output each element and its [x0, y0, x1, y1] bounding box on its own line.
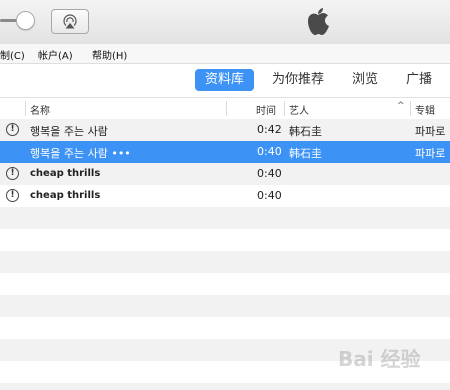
song-time: 0:42: [257, 123, 282, 136]
song-time: 0:40: [257, 167, 282, 180]
song-title: 행복을 주는 사람 •••: [30, 147, 131, 160]
empty-row: [0, 361, 450, 383]
menu-item-controls[interactable]: 制(C): [0, 47, 25, 62]
warning-icon[interactable]: !: [6, 189, 19, 202]
song-album: 파파로: [415, 147, 446, 160]
song-artist: 韩石圭: [289, 125, 322, 138]
song-row-selected[interactable]: 행복을 주는 사람 ••• 0:40 韩石圭 파파로: [0, 141, 450, 163]
song-title: 행복을 주는 사람: [30, 125, 108, 138]
empty-row: [0, 251, 450, 273]
column-header: 名称 时间 艺人 ^ 专辑: [0, 97, 450, 120]
tab-library[interactable]: 资料库: [195, 69, 255, 91]
menu-bar: 制(C) 帐户(A) 帮助(H): [0, 44, 450, 64]
column-separator[interactable]: [226, 101, 227, 116]
song-album: 파파로: [415, 125, 446, 138]
toolbar: [0, 0, 450, 45]
empty-row: [0, 295, 450, 317]
empty-row: [0, 229, 450, 251]
airplay-button[interactable]: [51, 9, 89, 34]
empty-row: [0, 273, 450, 295]
airplay-icon: [63, 14, 77, 29]
warning-icon[interactable]: !: [6, 123, 19, 136]
column-time[interactable]: 时间: [256, 102, 276, 117]
song-title: cheap thrills: [30, 168, 101, 179]
empty-row: [0, 383, 450, 390]
column-separator[interactable]: [284, 101, 285, 116]
song-title: cheap thrills: [30, 190, 101, 201]
empty-row: [0, 317, 450, 339]
tab-radio[interactable]: 广播: [406, 69, 432, 91]
empty-row: [0, 207, 450, 229]
song-artist: 韩石圭: [289, 147, 322, 160]
song-time: 0:40: [257, 189, 282, 202]
volume-slider-knob[interactable]: [16, 11, 35, 30]
menu-item-help[interactable]: 帮助(H): [92, 47, 127, 62]
song-time: 0:40: [257, 145, 282, 158]
song-row[interactable]: ! cheap thrills 0:40: [0, 185, 450, 207]
menu-item-account[interactable]: 帐户(A): [38, 47, 73, 62]
empty-row: [0, 339, 450, 361]
tab-browse[interactable]: 浏览: [352, 69, 378, 91]
song-list: ! 행복을 주는 사람 0:42 韩石圭 파파로 행복을 주는 사람 ••• 0…: [0, 119, 450, 390]
column-separator[interactable]: [25, 101, 26, 116]
sort-ascending-icon[interactable]: ^: [397, 101, 405, 111]
column-artist[interactable]: 艺人: [289, 102, 309, 117]
tab-for-you[interactable]: 为你推荐: [272, 69, 324, 91]
apple-logo-icon: [308, 8, 329, 35]
column-name[interactable]: 名称: [30, 102, 50, 117]
column-separator[interactable]: [410, 101, 411, 116]
column-album[interactable]: 专辑: [415, 102, 435, 117]
nav-tabs: 资料库 为你推荐 浏览 广播: [0, 64, 450, 96]
song-row[interactable]: ! cheap thrills 0:40: [0, 163, 450, 185]
song-row[interactable]: ! 행복을 주는 사람 0:42 韩石圭 파파로: [0, 119, 450, 141]
warning-icon[interactable]: !: [6, 167, 19, 180]
